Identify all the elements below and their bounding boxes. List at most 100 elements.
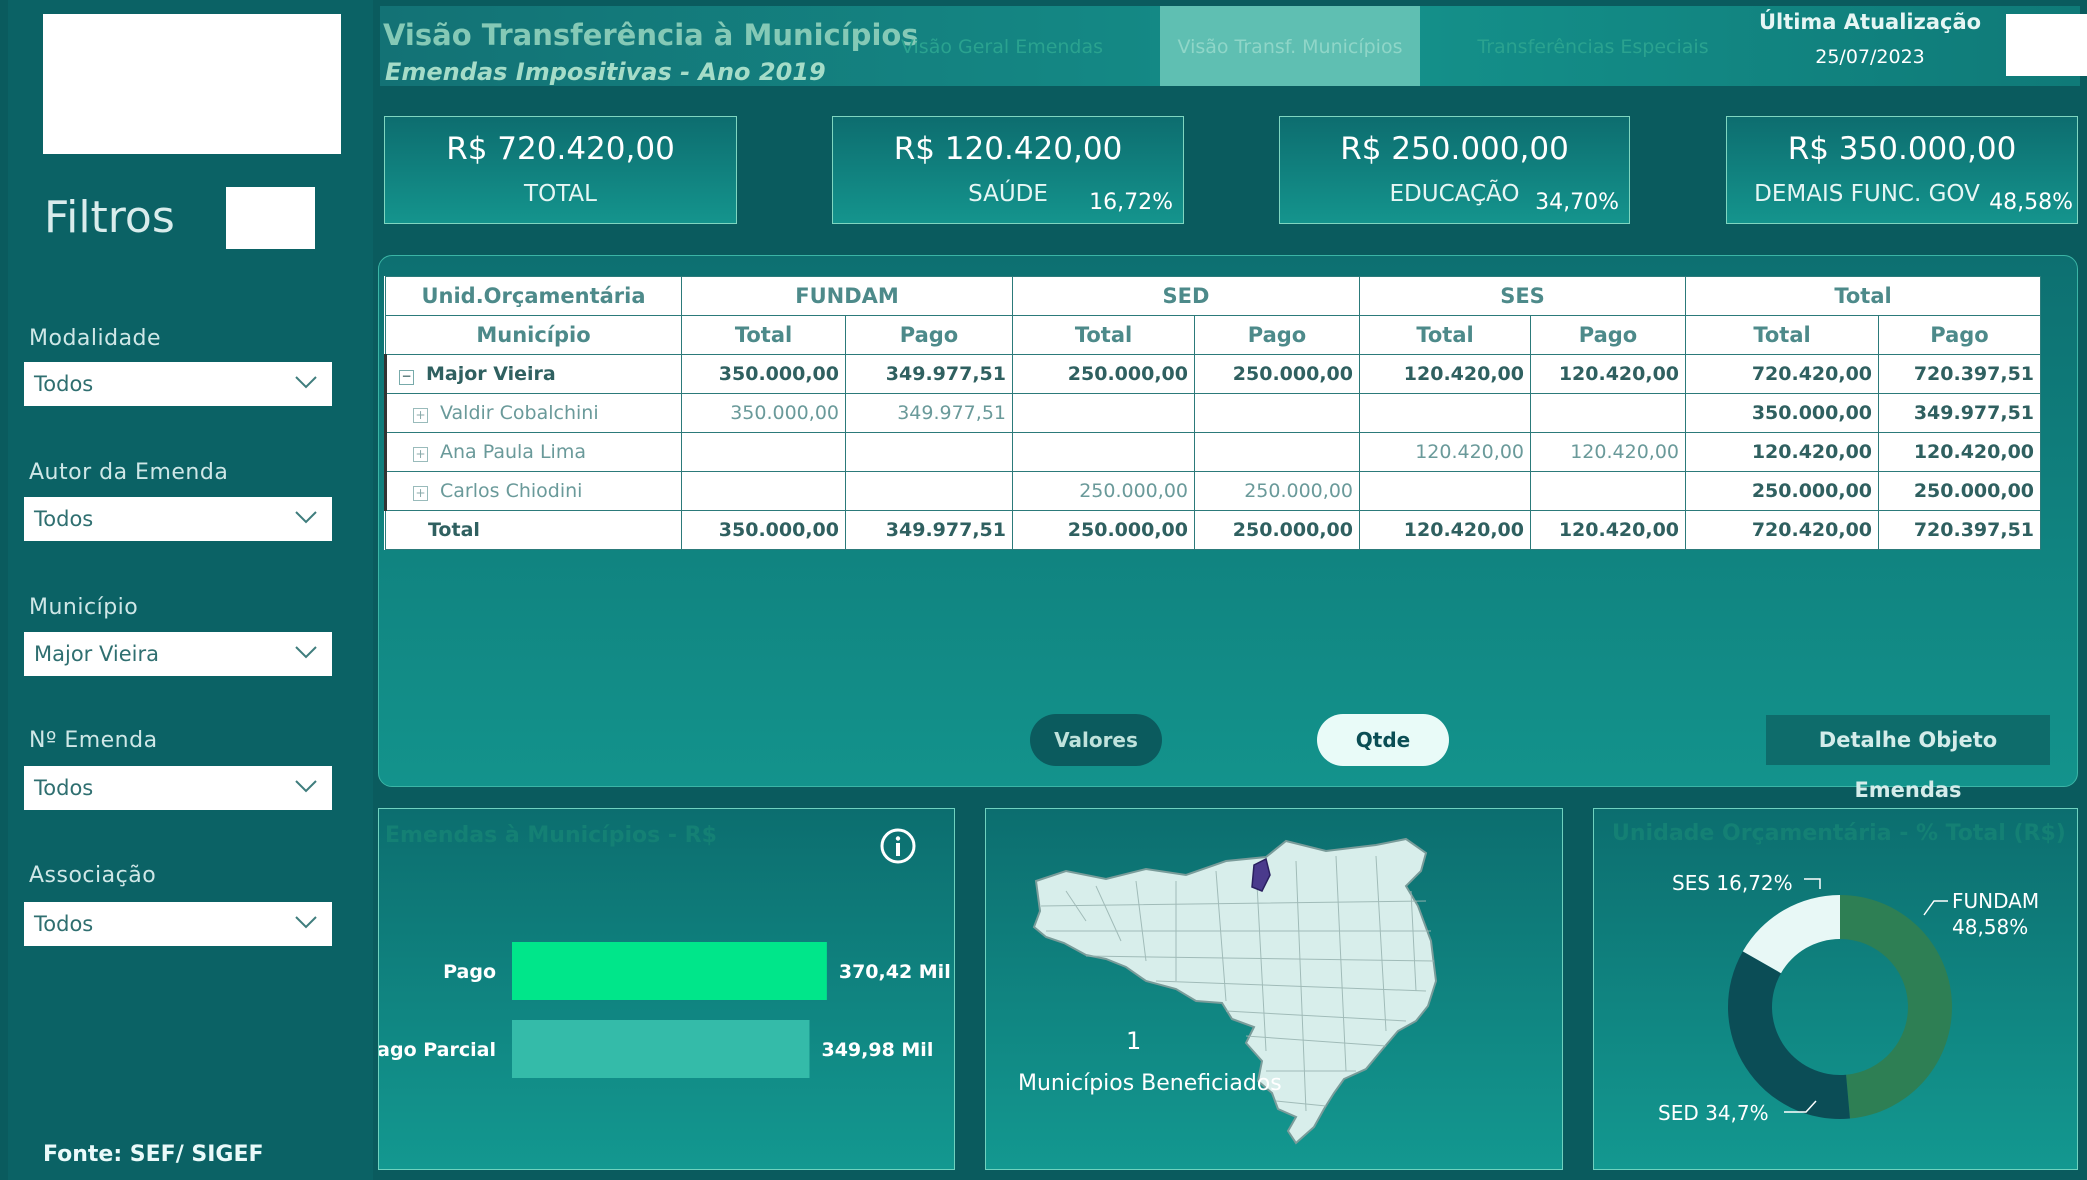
table-row[interactable]: + Carlos Chiodini 250.000,00 250.000,00 2… [384,471,2042,511]
expand-icon[interactable]: + [413,486,428,501]
chevron-down-icon [295,916,317,929]
kpi-card-total: R$ 720.420,00 TOTAL [384,116,737,224]
expand-icon[interactable]: + [413,447,428,462]
kpi-percent: 34,70% [1535,190,1619,215]
chevron-down-icon [295,646,317,659]
filter-value: Major Vieira [34,642,159,666]
group-header-total[interactable]: Total [1685,276,2042,316]
filters-title: Filtros [44,192,175,243]
bar-0[interactable] [512,942,827,1000]
filter-select-modalidade[interactable]: Todos [24,362,332,406]
header-logo-placeholder [2006,14,2087,76]
subcol-header[interactable]: Pago [1529,315,1687,355]
subcol-header[interactable]: Total [1685,315,1880,355]
cell [681,432,846,472]
cell [1529,471,1687,511]
row-label: Carlos Chiodini [440,480,583,502]
table-row[interactable]: − Major Vieira 350.000,00 349.977,51 250.… [384,354,2042,394]
table-total-row: Total 350.000,00 349.977,51 250.000,00 2… [385,510,2042,550]
matrix-header-subcols: Município Total Pago Total Pago Total Pa… [385,315,2042,355]
cell: 120.420,00 [1878,432,2042,472]
filter-select-emenda[interactable]: Todos [24,766,332,810]
cell: 120.420,00 [1359,432,1531,472]
filter-label-associacao: Associação [29,863,157,888]
filter-label-autor: Autor da Emenda [29,460,229,485]
subcol-header[interactable]: Pago [1194,315,1360,355]
page-subtitle: Emendas Impositivas - Ano 2019 [385,58,826,86]
row-label: Valdir Cobalchini [440,402,599,424]
cell: 250.000,00 [1012,510,1195,550]
subcol-header[interactable]: Total [1359,315,1531,355]
qtde-toggle-button[interactable]: Qtde [1317,714,1449,766]
cell: 250.000,00 [1878,471,2042,511]
cell [1359,471,1531,511]
subcol-header[interactable]: Total [681,315,846,355]
filter-select-autor[interactable]: Todos [24,497,332,541]
row-label: Ana Paula Lima [440,441,586,463]
cell: 250.000,00 [1194,471,1360,511]
cell: 350.000,00 [681,354,846,394]
tab-visao-geral[interactable]: Visão Geral Emendas [872,6,1132,86]
subcol-header[interactable]: Total [1012,315,1195,355]
cell [845,432,1013,472]
valores-toggle-button[interactable]: Valores [1030,714,1162,766]
kpi-percent: 48,58% [1989,190,2073,215]
group-header-sed[interactable]: SED [1012,276,1360,316]
kpi-card-saude: R$ 120.420,00 SAÚDE 16,72% [832,116,1184,224]
filter-select-associacao[interactable]: Todos [24,902,332,946]
matrix-row-header: Município [385,315,682,355]
map-panel: 1 Municípios Beneficiados [985,808,1563,1170]
expand-icon[interactable]: + [413,408,428,423]
bar-category-label: Pago [443,961,496,983]
filter-value: Todos [34,507,94,531]
emendas-bar-panel: Emendas à Municípios - R$ Pago 370,42 Mil… [378,808,955,1170]
last-update-date: 25/07/2023 [1815,46,1925,68]
filter-label-modalidade: Modalidade [29,326,162,351]
cell: 120.420,00 [1685,432,1880,472]
detalhe-objeto-emendas-button[interactable]: Detalhe Objeto Emendas [1766,715,2050,802]
filter-value: Todos [34,372,94,396]
group-header-fundam[interactable]: FUNDAM [681,276,1013,316]
subcol-header[interactable]: Pago [1878,315,2042,355]
cell: 250.000,00 [1194,510,1360,550]
cell: 720.420,00 [1685,510,1880,550]
chevron-down-icon [295,511,317,524]
cell: 349.977,51 [1878,393,2042,433]
cell [1194,393,1360,433]
cell [1012,393,1195,433]
row-label: Total [385,510,682,550]
logo-placeholder [43,14,341,154]
cell: 349.977,51 [845,510,1013,550]
group-header-ses[interactable]: SES [1358,276,1687,316]
row-label: Major Vieira [426,363,556,385]
cell: 350.000,00 [681,393,846,433]
chevron-down-icon [295,780,317,793]
cell [1012,432,1195,472]
kpi-value: R$ 720.420,00 [446,131,675,167]
filter-label-municipio: Município [29,595,139,620]
kpi-card-educacao: R$ 250.000,00 EDUCAÇÃO 34,70% [1279,116,1630,224]
tab-visao-transf-municipios[interactable]: Visão Transf. Municípios [1160,6,1420,86]
cell: 349.977,51 [845,354,1013,394]
cell [1529,393,1687,433]
collapse-icon[interactable]: − [399,370,414,385]
municipios-count: 1 [1126,1027,1142,1055]
matrix-header-groups: Unid.Orçamentária FUNDAM SED SES Total [385,276,2042,316]
filter-value: Todos [34,912,94,936]
municipios-label: Municípios Beneficiados [1018,1071,1282,1096]
subcol-header[interactable]: Pago [845,315,1013,355]
cell [845,471,1013,511]
kpi-value: R$ 350.000,00 [1787,131,2017,167]
tab-transferencias-especiais[interactable]: Transferências Especiais [1448,6,1738,86]
table-row[interactable]: + Valdir Cobalchini 350.000,00 349.977,51… [384,393,2042,433]
santa-catarina-map[interactable] [1026,831,1526,1151]
filter-select-municipio[interactable]: Major Vieira [24,632,332,676]
cell [681,471,846,511]
cell: 250.000,00 [1012,471,1195,511]
cell: 120.420,00 [1529,354,1687,394]
table-row[interactable]: + Ana Paula Lima 120.420,00 120.420,00 12… [384,432,2042,472]
filters-clear-button[interactable] [226,187,315,249]
bar-1[interactable] [512,1020,810,1078]
page-title: Visão Transferência à Municípios [383,18,919,52]
bar-value-label: 370,42 Mil [839,961,951,983]
